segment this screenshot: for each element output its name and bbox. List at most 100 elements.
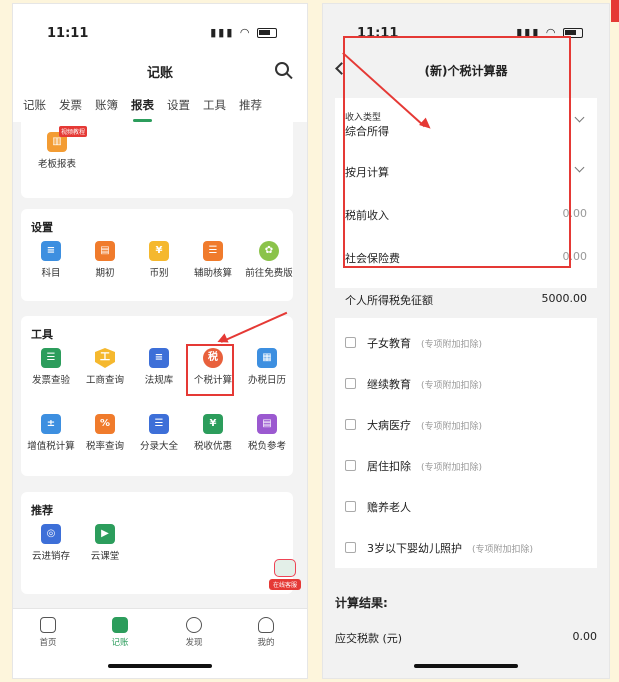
tab-zhangbu[interactable]: 账簿 — [95, 90, 118, 122]
settings-item-bibie[interactable]: ¥ 币别 — [131, 241, 187, 279]
tax-due-row: 应交税款 (元) 0.00 — [335, 630, 597, 648]
book-icon: ≡ — [149, 348, 169, 368]
tool-label: 增值税计算 — [27, 441, 75, 452]
tool-label: 办税日历 — [247, 375, 286, 386]
settings-item-fuzhu[interactable]: ☰ 辅助核算 — [185, 241, 241, 279]
tool-regulations[interactable]: ≡ 法规库 — [131, 348, 187, 386]
canvas: 11:11 ▮▮▮ ◠ 记账 记账 发票 账簿 报表 设置 工具 推荐 ▥ 老板… — [0, 0, 619, 682]
deduction-label: 居住扣除 (专项附加扣除) — [367, 460, 483, 473]
battery-icon — [257, 28, 277, 38]
tool-tax-burden[interactable]: ▤ 税负参考 — [239, 414, 295, 452]
tabbar-mine[interactable]: 我的 — [241, 617, 291, 648]
boss-report-item[interactable]: ▥ 老板报表 — [29, 132, 85, 170]
tool-tax-incentive[interactable]: ¥ 税收优惠 — [185, 414, 241, 452]
deduction-label: 大病医疗 (专项附加扣除) — [367, 419, 483, 432]
deduction-label: 3岁以下婴幼儿照护 (专项附加扣除) — [367, 542, 534, 555]
tool-label: 税负参考 — [247, 441, 286, 452]
input-highlight — [343, 36, 571, 268]
deduction-checkbox[interactable] — [345, 542, 356, 553]
settings-item-qichu[interactable]: ▤ 期初 — [77, 241, 133, 279]
recommend-card: 推荐 ◎ 云进销存 ▶ 云课堂 — [21, 492, 293, 594]
user-icon — [258, 617, 274, 633]
deduction-checkbox[interactable] — [345, 337, 356, 348]
tool-label: 工商查询 — [85, 375, 124, 386]
clipboard-icon: ▤ — [95, 241, 115, 261]
boss-report-label: 老板报表 — [37, 159, 76, 170]
tool-business-query[interactable]: 工 工商查询 — [77, 348, 133, 386]
tab-shezhi[interactable]: 设置 — [167, 90, 190, 122]
deduction-label: 子女教育 (专项附加扣除) — [367, 337, 483, 350]
compass-icon — [186, 617, 202, 633]
settings-item-label: 辅助核算 — [193, 268, 232, 279]
tabbar-label: 我的 — [257, 638, 275, 648]
deduction-checkbox[interactable] — [345, 460, 356, 471]
settings-item-label: 期初 — [95, 268, 115, 279]
list-icon: ☰ — [203, 241, 223, 261]
result-heading: 计算结果: — [335, 596, 388, 610]
settings-card: 设置 ≡ 科目 ▤ 期初 ¥ 币别 ☰ 辅助核算 ✿ 前往免费版 — [21, 209, 293, 301]
tool-invoice-check[interactable]: ☰ 发票查验 — [23, 348, 79, 386]
recommend-label: 云课堂 — [90, 551, 120, 562]
tab-jizhang[interactable]: 记账 — [23, 90, 46, 122]
deduction-checkbox[interactable] — [345, 378, 356, 389]
tool-tax-rate[interactable]: % 税率查询 — [77, 414, 133, 452]
document-icon: ▤ — [257, 414, 277, 434]
status-time: 11:11 — [47, 26, 89, 41]
settings-item-label: 科目 — [41, 268, 61, 279]
tab-baobiao[interactable]: 报表 — [131, 90, 154, 122]
home-indicator — [414, 664, 518, 668]
robot-icon — [274, 559, 296, 577]
tools-heading: 工具 — [31, 328, 53, 341]
top-tabs: 记账 发票 账簿 报表 设置 工具 推荐 — [13, 90, 307, 122]
online-service-label: 在线客服 — [269, 579, 301, 590]
calendar-icon: ▦ — [257, 348, 277, 368]
settings-item-kemu[interactable]: ≡ 科目 — [23, 241, 79, 279]
tool-vat-calc[interactable]: ± 增值税计算 — [23, 414, 79, 452]
bottom-tabbar: 首页 记账 发现 我的 — [13, 608, 307, 678]
recommend-classroom[interactable]: ▶ 云课堂 — [77, 524, 133, 562]
status-bar: 11:11 ▮▮▮ ◠ — [13, 4, 307, 54]
tab-fapiao[interactable]: 发票 — [59, 90, 82, 122]
tabbar-home[interactable]: 首页 — [23, 617, 73, 648]
settings-heading: 设置 — [31, 221, 53, 234]
tool-label: 税收优惠 — [193, 441, 232, 452]
tabbar-jizhang[interactable]: 记账 — [95, 617, 145, 648]
tab-tuijian[interactable]: 推荐 — [239, 90, 262, 122]
tabbar-label: 首页 — [39, 638, 57, 648]
settings-item-free-version[interactable]: ✿ 前往免费版 — [239, 241, 299, 279]
recommend-heading: 推荐 — [31, 504, 53, 517]
cloud-erp-icon: ◎ — [41, 524, 61, 544]
tabbar-label: 发现 — [185, 638, 203, 648]
shield-icon: 工 — [95, 348, 115, 368]
deduction-label: 继续教育 (专项附加扣除) — [367, 378, 483, 391]
online-service-button[interactable]: 在线客服 — [269, 559, 301, 595]
tool-tax-calendar[interactable]: ▦ 办税日历 — [239, 348, 295, 386]
corner-marker — [611, 0, 619, 22]
recommend-label: 云进销存 — [31, 551, 70, 562]
right-phone-screen: 11:11 ▮▮▮ ◠ (新)个税计算器 收入类型 综合所得 按月计算 税前收入… — [322, 3, 610, 679]
money-bag-icon: ¥ — [149, 241, 169, 261]
entries-icon: ☰ — [149, 414, 169, 434]
ledger-tab-icon — [112, 617, 128, 633]
recommend-erp[interactable]: ◎ 云进销存 — [23, 524, 79, 562]
invoice-check-icon: ☰ — [41, 348, 61, 368]
deduction-label: 赡养老人 — [367, 501, 411, 514]
tool-label: 税率查询 — [85, 441, 124, 452]
report-card: ▥ 老板报表 视频教程 — [21, 122, 293, 198]
deduction-checkbox[interactable] — [345, 419, 356, 430]
threshold-label: 个人所得税免征额 — [345, 294, 433, 307]
yen-icon: ¥ — [203, 414, 223, 434]
personal-tax-highlight — [186, 344, 234, 396]
threshold-value: 5000.00 — [541, 292, 588, 305]
calculator-icon: ± — [41, 414, 61, 434]
search-icon[interactable] — [275, 62, 289, 76]
tool-label: 发票查验 — [31, 375, 70, 386]
home-indicator — [108, 664, 212, 668]
tab-gongju[interactable]: 工具 — [203, 90, 226, 122]
app-header: 记账 — [13, 54, 307, 90]
deduction-checkbox[interactable] — [345, 501, 356, 512]
tabbar-discover[interactable]: 发现 — [169, 617, 219, 648]
tool-entries[interactable]: ☰ 分录大全 — [131, 414, 187, 452]
deductions-card: 子女教育 (专项附加扣除) 继续教育 (专项附加扣除) 大病医疗 (专项附加扣除) 居… — [335, 318, 597, 568]
chevron-down-icon — [574, 162, 585, 173]
